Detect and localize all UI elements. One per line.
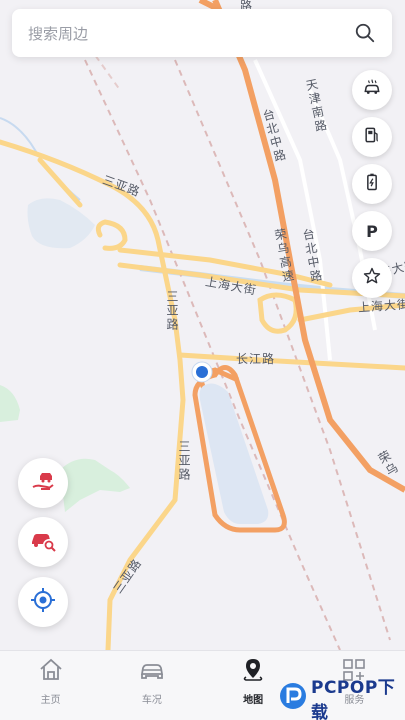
map-label-shanghai-ave-right: 上海大街 — [357, 297, 405, 315]
nav-car-status-label: 车况 — [141, 695, 162, 706]
map-label-changjiang-road: 长江路 — [236, 352, 276, 366]
parking-icon: P — [366, 221, 378, 241]
gas-pump-icon — [362, 125, 382, 149]
parking-button[interactable]: P — [352, 211, 392, 251]
car-search-button[interactable] — [18, 517, 68, 567]
star-icon — [362, 266, 382, 290]
map-label-sanya-road-left: 三亚路 — [177, 440, 191, 482]
search-icon[interactable] — [354, 22, 376, 44]
watermark: PCPOP下载 — [278, 678, 405, 720]
search-placeholder: 搜索周边 — [28, 24, 89, 43]
car-service-icon — [362, 78, 382, 102]
battery-charge-icon — [362, 172, 382, 196]
gas-station-button[interactable] — [352, 117, 392, 157]
watermark-text: PCPOP下载 — [311, 678, 396, 720]
favorites-button[interactable] — [352, 258, 392, 298]
charging-button[interactable] — [352, 164, 392, 204]
locate-icon — [29, 586, 57, 618]
locate-button[interactable] — [18, 577, 68, 627]
car-service-button[interactable] — [352, 70, 392, 110]
nav-home-label: 主页 — [40, 695, 61, 706]
hand-car-icon — [29, 467, 57, 499]
nav-home[interactable]: 主页 — [0, 651, 101, 720]
car-search-icon — [29, 526, 57, 558]
hand-car-button[interactable] — [18, 458, 68, 508]
car-icon — [139, 657, 165, 687]
map-label-sanya-road-mid: 三亚路 — [165, 290, 179, 332]
watermark-logo-icon — [278, 681, 308, 715]
map-pin-icon — [240, 657, 266, 687]
nav-map-label: 地图 — [243, 695, 264, 706]
nav-car-status[interactable]: 车况 — [101, 651, 202, 720]
search-bar[interactable]: 搜索周边 — [12, 9, 392, 57]
home-icon — [38, 657, 64, 687]
